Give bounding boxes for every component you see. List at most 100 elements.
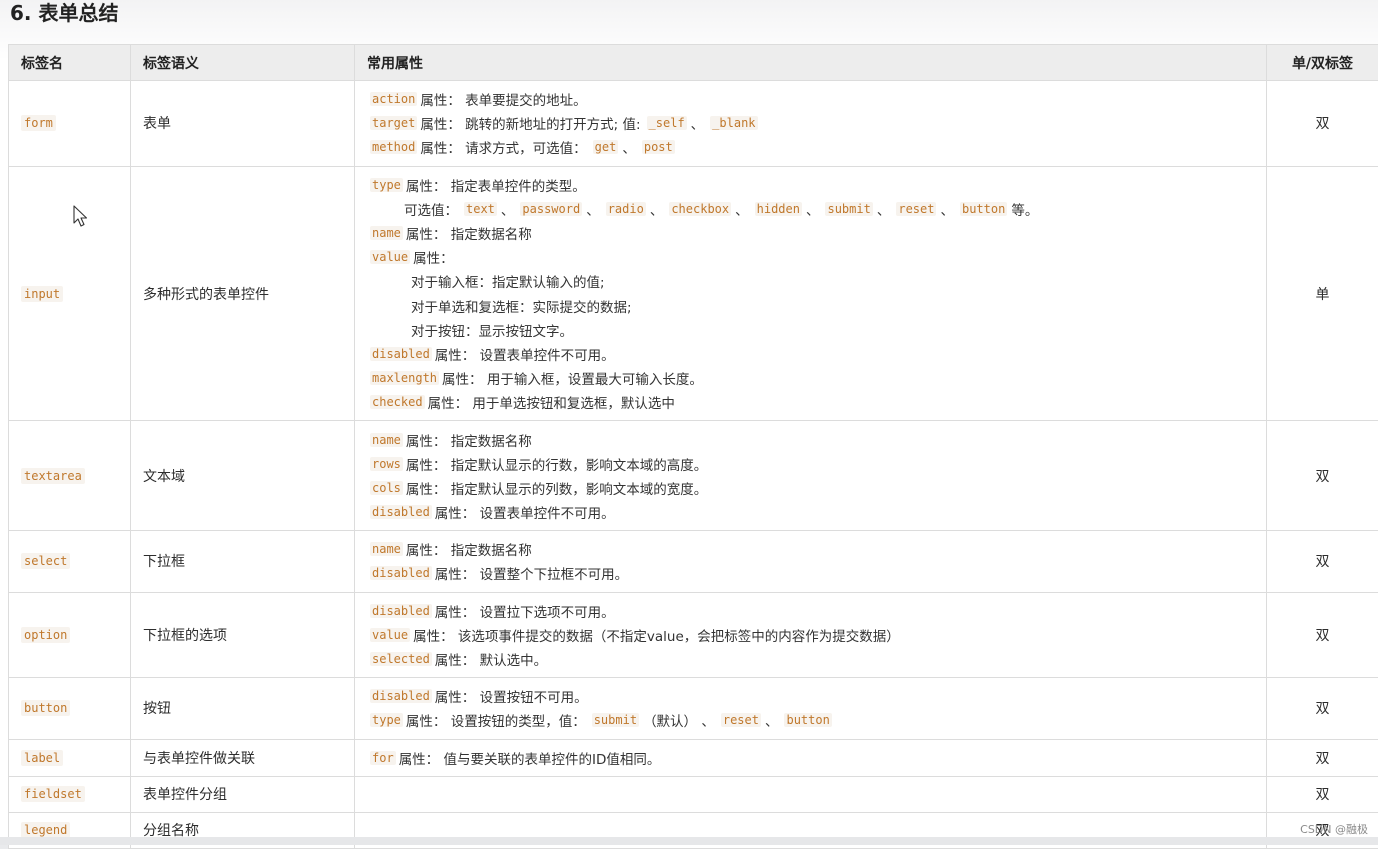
tag-semantic-cell: 表单控件分组: [131, 776, 355, 812]
tag-name-cell: input: [9, 166, 131, 421]
tag-name-code: label: [21, 750, 63, 766]
tag-name-code: textarea: [21, 468, 85, 484]
attribute-description: 、: [806, 199, 820, 219]
attribute-description: 属性： 设置表单控件不可用。: [435, 502, 615, 522]
attribute-line: name 属性： 指定数据名称: [370, 221, 1251, 245]
tag-name-code: select: [21, 553, 70, 569]
tag-type-cell: 双: [1267, 678, 1378, 739]
tag-name-code: option: [21, 627, 70, 643]
attribute-description: 属性： 该选项事件提交的数据（不指定value，会把标签中的内容作为提交数据）: [413, 625, 900, 645]
attribute-code: reset: [896, 202, 936, 216]
attribute-description: 、: [650, 199, 664, 219]
tag-name-cell: button: [9, 678, 131, 739]
tag-name-code: button: [21, 700, 70, 716]
attribute-description: 属性：: [413, 247, 454, 267]
attribute-code: password: [520, 202, 582, 216]
tag-name-cell: select: [9, 531, 131, 592]
tag-semantic-cell: 下拉框的选项: [131, 592, 355, 678]
attribute-code: _blank: [710, 116, 757, 130]
tag-type-cell: 双: [1267, 421, 1378, 531]
attribute-code: name: [370, 226, 403, 240]
attribute-line: for 属性： 值与要关联的表单控件的ID值相同。: [370, 746, 1251, 770]
attribute-code: disabled: [370, 505, 432, 519]
table-row: label与表单控件做关联for 属性： 值与要关联的表单控件的ID值相同。双: [9, 739, 1378, 776]
attribute-code: cols: [370, 481, 403, 495]
attribute-description: 、: [877, 199, 891, 219]
attributes-cell: action 属性： 表单要提交的地址。target 属性： 跳转的新地址的打开…: [355, 81, 1267, 167]
attribute-description: 对于输入框：指定默认输入的值;: [411, 271, 605, 291]
attribute-description: 属性： 设置表单控件不可用。: [435, 344, 615, 364]
attribute-code: disabled: [370, 347, 432, 361]
attribute-description: 、: [940, 199, 954, 219]
column-header-attributes: 常用属性: [355, 45, 1267, 81]
attribute-code: selected: [370, 652, 432, 666]
document-page: 6. 表单总结 标签名 标签语义 常用属性 单/双标签 form表单action…: [0, 0, 1378, 845]
attribute-code: action: [370, 92, 417, 106]
attribute-line: value属性： 该选项事件提交的数据（不指定value，会把标签中的内容作为提…: [370, 623, 1251, 647]
attribute-code: maxlength: [370, 371, 439, 385]
tag-name-cell: option: [9, 592, 131, 678]
attributes-cell: disabled 属性： 设置拉下选项不可用。value属性： 该选项事件提交的…: [355, 592, 1267, 678]
table-row: button 按钮 disabled 属性： 设置按钮不可用。 type 属性： 设置…: [9, 678, 1378, 739]
watermark: CSDN @融极: [1300, 821, 1368, 837]
attribute-description: 、: [765, 710, 779, 730]
table-header-row: 标签名 标签语义 常用属性 单/双标签: [9, 45, 1378, 81]
form-summary-table: 标签名 标签语义 常用属性 单/双标签 form表单action 属性： 表单要…: [8, 44, 1378, 849]
attribute-line: 对于输入框：指定默认输入的值;: [370, 269, 1251, 293]
attribute-line: disabled 属性： 设置按钮不可用。: [370, 684, 1251, 708]
attributes-cell: [355, 776, 1267, 812]
attribute-description: 属性： 跳转的新地址的打开方式; 值:: [420, 113, 640, 133]
attribute-code: type: [370, 178, 403, 192]
attribute-code: text: [464, 202, 497, 216]
attribute-code: hidden: [755, 202, 802, 216]
column-header-tag-name: 标签名: [9, 45, 131, 81]
attribute-description: 属性： 请求方式，可选值：: [420, 137, 586, 157]
tag-type-cell: 双: [1267, 531, 1378, 592]
attribute-description: 可选值：: [404, 199, 458, 219]
tag-name-cell: textarea: [9, 421, 131, 531]
attribute-code: reset: [721, 713, 761, 727]
tag-type-cell: 双: [1267, 81, 1378, 167]
column-header-tag-type: 单/双标签: [1267, 45, 1378, 81]
attribute-code: post: [642, 140, 675, 154]
attribute-line: rows 属性： 指定默认显示的行数，影响文本域的高度。: [370, 452, 1251, 476]
tag-type-cell: 双: [1267, 739, 1378, 776]
attribute-line: 对于单选和复选框：实际提交的数据;: [370, 294, 1251, 318]
attribute-code: type: [370, 713, 403, 727]
table-row: textarea文本域name 属性： 指定数据名称rows 属性： 指定默认显…: [9, 421, 1378, 531]
attribute-line: name 属性： 指定数据名称: [370, 427, 1251, 451]
attribute-line: target 属性： 跳转的新地址的打开方式; 值: _self 、 _blan…: [370, 111, 1251, 135]
attribute-line: disabled 属性： 设置表单控件不可用。: [370, 342, 1251, 366]
attribute-description: 属性： 指定数据名称: [406, 539, 532, 559]
attribute-description: 属性： 值与要关联的表单控件的ID值相同。: [399, 748, 661, 768]
attribute-code: submit: [592, 713, 639, 727]
attributes-cell: name 属性： 指定数据名称disabled属性： 设置整个下拉框不可用。: [355, 531, 1267, 592]
attribute-code: submit: [825, 202, 872, 216]
attribute-description: 等。: [1011, 199, 1038, 219]
attribute-line: checked 属性： 用于单选按钮和复选框，默认选中: [370, 390, 1251, 414]
attribute-line: action 属性： 表单要提交的地址。: [370, 87, 1251, 111]
attribute-code: name: [370, 433, 403, 447]
section-heading: 6. 表单总结: [10, 0, 118, 28]
tag-name-cell: label: [9, 739, 131, 776]
attribute-code: disabled: [370, 689, 432, 703]
mouse-cursor-icon: [73, 205, 89, 229]
bottom-edge-shade: [0, 837, 1378, 845]
tag-semantic-cell: 下拉框: [131, 531, 355, 592]
attribute-description: 属性： 设置拉下选项不可用。: [435, 601, 615, 621]
attribute-code: rows: [370, 457, 403, 471]
attribute-description: 属性： 指定数据名称: [406, 430, 532, 450]
tag-type-cell: 单: [1267, 166, 1378, 421]
tag-name-code: fieldset: [21, 786, 85, 802]
attribute-code: button: [784, 713, 831, 727]
tag-semantic-cell: 多种形式的表单控件: [131, 166, 355, 421]
tag-semantic-cell: 按钮: [131, 678, 355, 739]
attribute-code: name: [370, 542, 403, 556]
attribute-description: 属性： 指定表单控件的类型。: [406, 175, 586, 195]
attribute-code: radio: [606, 202, 646, 216]
attribute-description: 属性： 设置按钮的类型，值：: [406, 710, 586, 730]
attributes-cell: type 属性： 指定表单控件的类型。可选值： text 、 password …: [355, 166, 1267, 421]
attributes-cell: name 属性： 指定数据名称rows 属性： 指定默认显示的行数，影响文本域的…: [355, 421, 1267, 531]
attribute-line: type 属性： 指定表单控件的类型。: [370, 173, 1251, 197]
tag-semantic-cell: 表单: [131, 81, 355, 167]
